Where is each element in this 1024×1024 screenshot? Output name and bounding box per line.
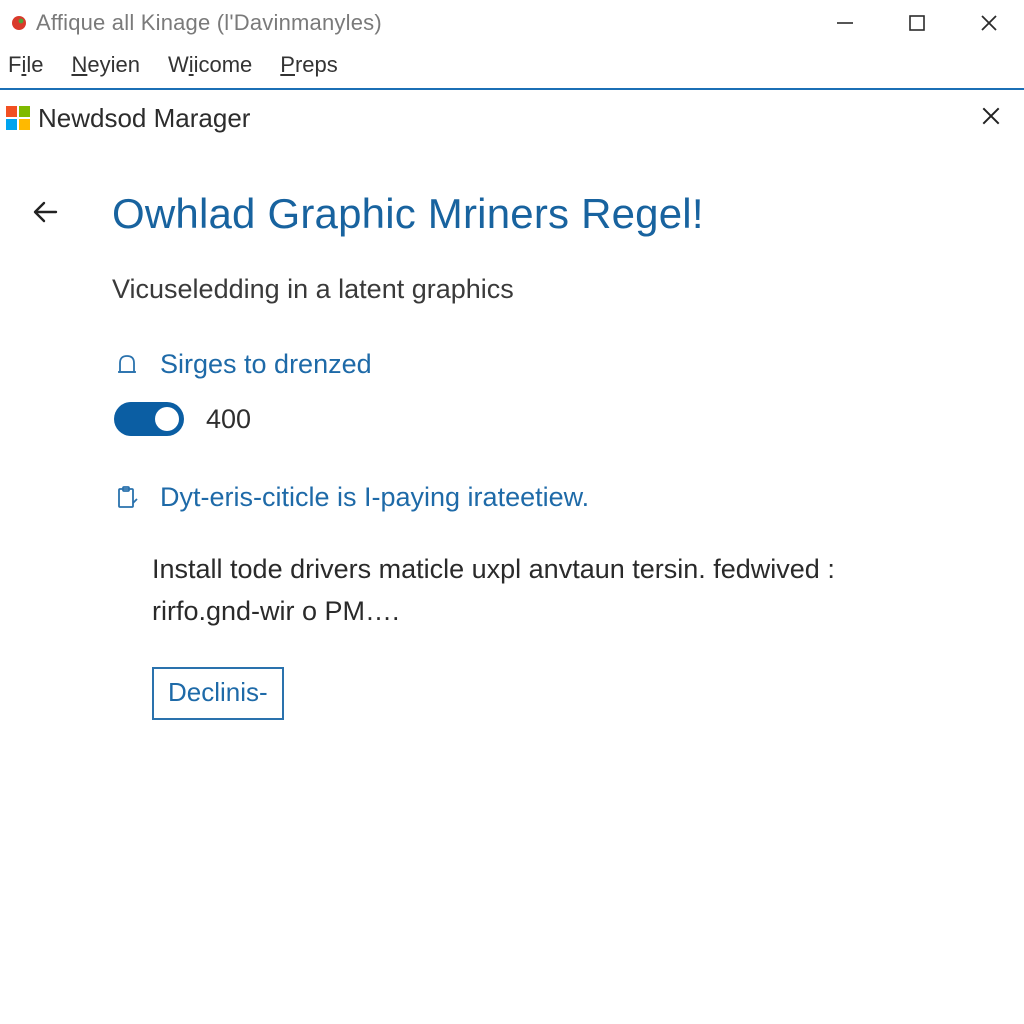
- page-heading: Owhlad Graphic Mriners Regel!: [112, 190, 984, 238]
- menu-preps[interactable]: Preps: [280, 52, 337, 78]
- back-button[interactable]: [24, 198, 62, 236]
- window-controls: [828, 6, 1018, 40]
- menu-file[interactable]: File: [8, 52, 43, 78]
- decline-button[interactable]: Declinis-: [152, 667, 284, 720]
- page-subtitle: Vicuseledding in a latent graphics: [112, 274, 984, 305]
- setting-toggle[interactable]: [114, 402, 184, 436]
- menu-wiicome[interactable]: Wiicome: [168, 52, 252, 78]
- setting-label: Sirges to drenzed: [160, 349, 372, 380]
- windows-logo-icon: [6, 106, 30, 130]
- bell-icon: [112, 352, 142, 378]
- body-text: Install tode drivers maticle uxpl anvtau…: [152, 549, 932, 633]
- minimize-button[interactable]: [828, 6, 862, 40]
- setting-row: Sirges to drenzed: [112, 349, 984, 380]
- status-text: Dyt-eris-citicle is I-paying irateetiew.: [160, 482, 589, 513]
- toggle-value: 400: [206, 404, 251, 435]
- menu-bar: File Neyien Wiicome Preps: [0, 46, 1024, 90]
- content-area: Owhlad Graphic Mriners Regel! Vicuseledd…: [0, 144, 1024, 720]
- toggle-row: 400: [112, 402, 984, 436]
- window-titlebar: Affique all Kinage (l'Davinmanyles): [0, 0, 1024, 46]
- panel-title: Newdsod Marager: [38, 103, 972, 134]
- clipboard-icon: [112, 485, 142, 511]
- status-row: Dyt-eris-citicle is I-paying irateetiew.: [112, 482, 984, 513]
- panel-header: Newdsod Marager: [0, 90, 1024, 144]
- menu-neyien[interactable]: Neyien: [71, 52, 139, 78]
- app-icon: [10, 14, 28, 32]
- panel-close-button[interactable]: [972, 100, 1010, 136]
- window-title: Affique all Kinage (l'Davinmanyles): [36, 10, 828, 36]
- close-button[interactable]: [972, 6, 1006, 40]
- maximize-button[interactable]: [900, 6, 934, 40]
